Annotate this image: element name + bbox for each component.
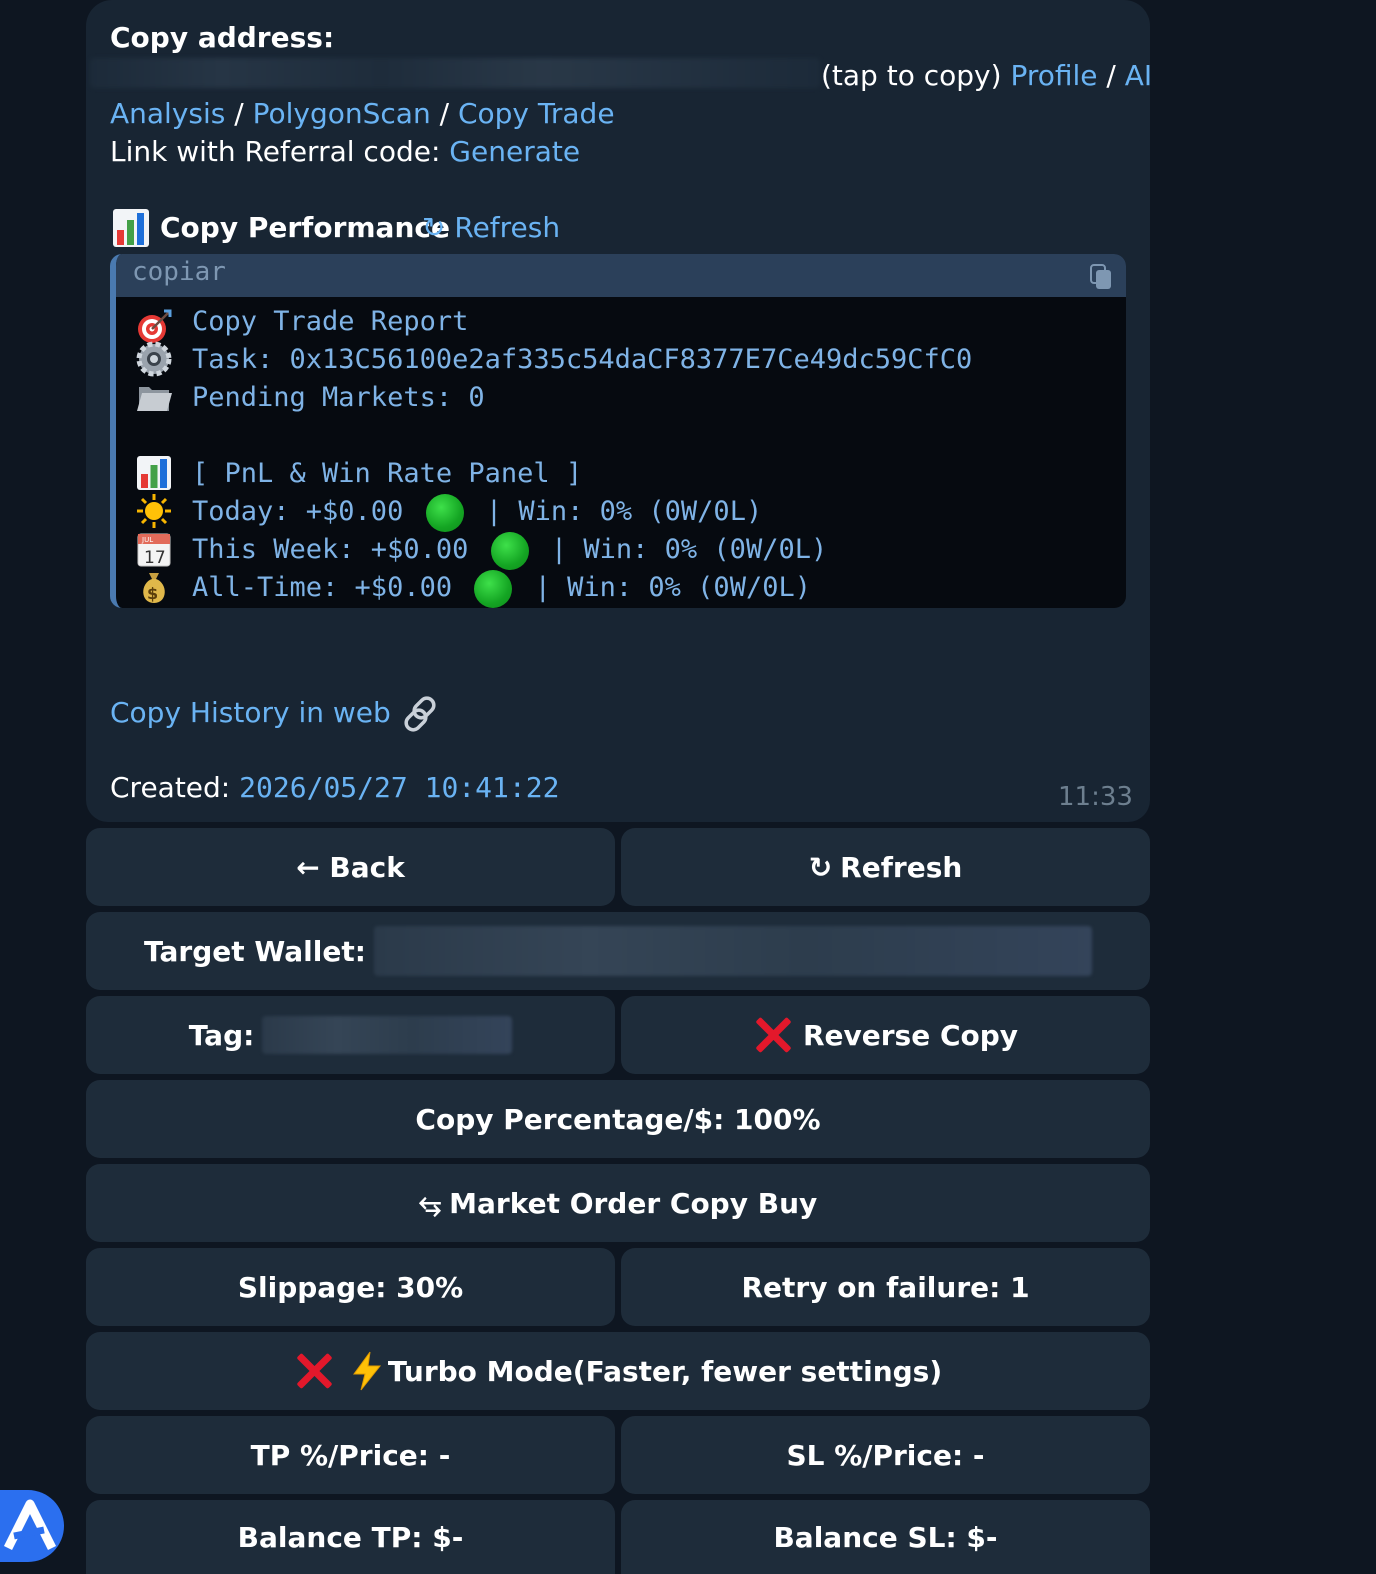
turbo-mode-button[interactable]: Turbo Mode(Faster, fewer settings) [86,1332,1150,1410]
created-value: 2026/05/27 10:41:22 [239,771,560,804]
slash-separator: / [439,97,450,130]
sl-button[interactable]: SL %/Price: - [621,1416,1150,1494]
code-language: copiar [132,257,226,287]
tag-button[interactable]: Tag: [86,996,615,1074]
app-logo-icon[interactable] [0,1490,64,1562]
green-circle-icon [474,569,513,608]
back-button[interactable]: ← Back [86,828,615,906]
performance-refresh-link[interactable]: ↻ Refresh [422,210,560,246]
sl-label: SL %/Price: - [786,1438,985,1472]
retry-label: Retry on failure: 1 [741,1270,1030,1304]
copy-history-link[interactable]: Copy History in web [110,694,440,734]
today-pnl: Today: +$0.00 [192,496,404,527]
svg-text:$: $ [147,584,158,603]
tp-button[interactable]: TP %/Price: - [86,1416,615,1494]
referral-row: Link with Referral code: Generate [110,134,580,170]
profile-link[interactable]: Profile [1010,59,1097,92]
lightning-icon [352,1351,381,1391]
code-line-panel: [ PnL & Win Rate Panel ] [192,458,583,489]
svg-text:17: 17 [144,548,166,567]
tag-value-blurred [262,1016,513,1054]
reverse-copy-label: Reverse Copy [802,1018,1019,1052]
copy-percentage-label: Copy Percentage/$: 100% [415,1102,821,1136]
copy-address-label: Copy address: [110,21,335,54]
code-line-alltime: All-Time: +$0.00 | Win: 0% (0W/0L) [192,569,811,608]
balance-tp-button[interactable]: Balance TP: $- [86,1500,615,1574]
balance-sl-button[interactable]: Balance SL: $- [621,1500,1150,1574]
target-wallet-value-blurred [373,926,1092,976]
links-row: Analysis / PolygonScan / Copy Trade [110,96,615,132]
created-label: Created: [110,771,231,804]
market-order-button[interactable]: ⥃ Market Order Copy Buy [86,1164,1150,1242]
generate-link[interactable]: Generate [449,135,580,168]
copy-percentage-button[interactable]: Copy Percentage/$: 100% [86,1080,1150,1158]
balance-tp-label: Balance TP: $- [237,1520,464,1554]
cross-mark-icon [294,1351,334,1391]
code-line-pending: Pending Markets: 0 [192,382,485,413]
code-block: copiar Copy Trade Report Task: 0x13C5610… [110,254,1126,608]
green-circle-icon [425,493,464,532]
refresh-button[interactable]: ↻ Refresh [621,828,1150,906]
cross-mark-icon [753,1015,793,1055]
tag-label: Tag: [188,1018,255,1052]
balance-sl-label: Balance SL: $- [773,1520,998,1554]
slippage-label: Slippage: 30% [237,1270,464,1304]
week-pnl: This Week: +$0.00 [192,534,469,565]
referral-label: Link with Referral code: [110,135,441,168]
target-wallet-label: Target Wallet: [144,934,366,968]
slippage-button[interactable]: Slippage: 30% [86,1248,615,1326]
money-bag-icon: $ [136,569,172,605]
address-blurred[interactable] [90,58,820,88]
code-line-task: Task: 0x13C56100e2af335c54daCF8377E7Ce49… [192,344,973,375]
created-row: Created: 2026/05/27 10:41:22 [110,770,559,806]
refresh-button-label: Refresh [840,850,963,884]
refresh-icon: ↻ [422,211,446,244]
swap-arrows-icon: ⥃ [418,1186,442,1219]
copy-icon[interactable] [1090,264,1112,290]
target-icon [136,309,172,345]
code-line-title: Copy Trade Report [192,306,469,337]
message-time: 11:33 [1058,782,1133,812]
gear-icon [136,341,172,377]
bar-chart-icon [136,455,172,491]
analysis-link[interactable]: Analysis [110,97,225,130]
reverse-copy-button[interactable]: Reverse Copy [621,996,1150,1074]
refresh-icon: ↻ [808,850,833,884]
bar-chart-icon [112,208,150,248]
target-wallet-button[interactable]: Target Wallet: [86,912,1150,990]
svg-text:JUL: JUL [141,536,153,544]
performance-title: Copy Performance [160,211,450,244]
code-line-week: This Week: +$0.00 | Win: 0% (0W/0L) [192,531,827,570]
green-circle-icon [490,531,529,570]
today-win: | Win: 0% (0W/0L) [485,496,763,527]
alltime-win: | Win: 0% (0W/0L) [534,572,811,603]
market-order-label: Market Order Copy Buy [449,1186,818,1220]
code-line-today: Today: +$0.00 | Win: 0% (0W/0L) [192,493,762,532]
link-icon [404,696,436,732]
slash-separator: / [234,97,244,130]
calendar-icon: JUL 17 [136,531,172,567]
ai-link[interactable]: AI [1125,59,1152,92]
week-win: | Win: 0% (0W/0L) [550,534,828,565]
alltime-pnl: All-Time: +$0.00 [192,572,453,603]
performance-refresh-label: Refresh [454,211,561,244]
copy-trade-link[interactable]: Copy Trade [458,97,615,130]
tap-to-copy-text: (tap to copy) [821,59,1002,92]
copy-history-label: Copy History in web [110,696,391,729]
turbo-mode-label: Turbo Mode(Faster, fewer settings) [387,1354,943,1388]
sun-icon [136,493,172,529]
slash-separator: / [1106,59,1116,92]
retry-button[interactable]: Retry on failure: 1 [621,1248,1150,1326]
folder-icon [136,379,172,415]
code-block-header: copiar [116,254,1126,297]
polygonscan-link[interactable]: PolygonScan [253,97,431,130]
tap-to-copy: (tap to copy) Profile / AI [821,58,1152,94]
back-button-label: ← Back [296,850,405,884]
tp-label: TP %/Price: - [250,1438,451,1472]
